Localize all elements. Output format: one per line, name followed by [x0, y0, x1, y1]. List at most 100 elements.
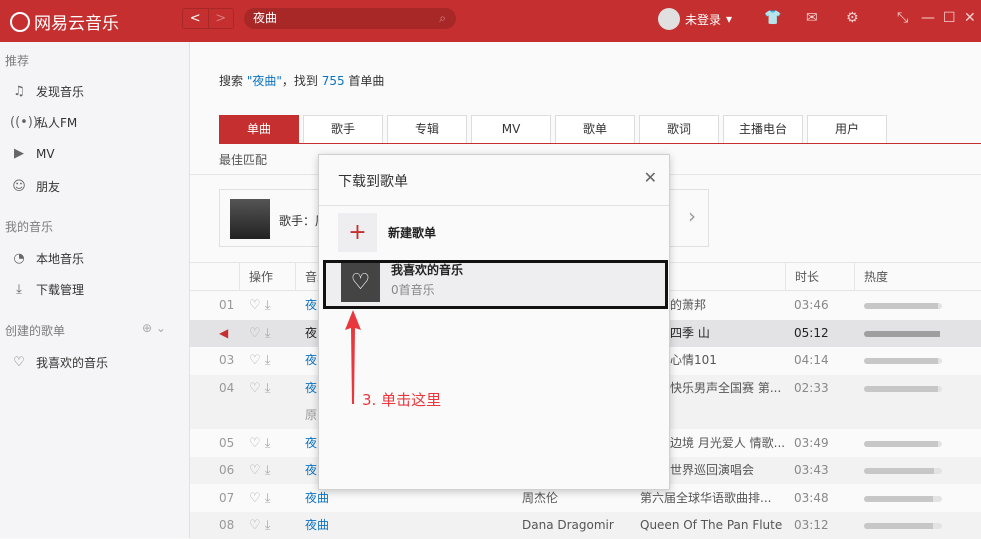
sidebar-item[interactable]: ☺ 朋友 [10, 178, 60, 195]
heat-bar [864, 440, 942, 447]
like-heart-icon[interactable]: ♡ [249, 298, 261, 313]
friends-icon: ☺ [12, 179, 26, 194]
row-number: 08 [219, 518, 235, 532]
avatar [658, 8, 680, 30]
song-duration: 03:12 [794, 518, 829, 532]
sidebar-item[interactable]: ⤓ 下载管理 [10, 281, 84, 298]
song-album[interactable]: Queen Of The Pan Flute [640, 512, 785, 539]
heat-bar [864, 303, 942, 309]
sidebar-item[interactable]: ♫ 发现音乐 [10, 83, 84, 100]
row-number: 01 [219, 298, 235, 312]
download-icon[interactable]: ⤓ [265, 353, 271, 368]
mail-icon[interactable]: ✉ [806, 10, 818, 26]
best-match-label: 最佳匹配 [219, 153, 268, 167]
search-icon[interactable]: ⌕ [439, 8, 446, 29]
like-heart-icon[interactable]: ♡ [249, 326, 261, 341]
song-duration: 04:14 [794, 353, 829, 367]
new-playlist-label: 新建歌单 [388, 226, 437, 240]
sidebar-item[interactable]: ♡ 我喜欢的音乐 [10, 354, 108, 371]
playlist-item-favorites[interactable]: ♡ 我喜欢的音乐 0首音乐 [323, 260, 668, 309]
header-ops: 操作 [239, 263, 273, 291]
heat-bar [864, 523, 942, 529]
search-input[interactable]: 夜曲 ⌕ [244, 8, 456, 29]
download-icon[interactable]: ⤓ [265, 463, 271, 478]
download-icon[interactable]: ⤓ [265, 326, 271, 341]
plus-icon: + [338, 213, 377, 252]
heat-bar [864, 468, 942, 474]
gear-icon[interactable]: ⚙ [846, 10, 859, 26]
disc-icon: ◔ [13, 251, 25, 266]
song-duration: 03:43 [794, 463, 829, 477]
like-heart-icon[interactable]: ♡ [249, 463, 261, 478]
row-number: 05 [219, 435, 235, 450]
download-icon: ⤓ [16, 282, 22, 297]
search-summary: 搜索 "夜曲"，找到 755 首单曲 [219, 74, 385, 88]
logo-icon [10, 11, 30, 32]
row-number: 06 [219, 463, 235, 477]
like-heart-icon[interactable]: ♡ [249, 436, 261, 451]
sidebar-item-label: 私人FM [36, 116, 78, 130]
maximize-icon[interactable]: ☐ [943, 10, 956, 26]
app-title: 网易云音乐 [34, 14, 119, 34]
tab[interactable]: MV [471, 115, 551, 143]
sidebar-section-label: 创建的歌单 [5, 324, 66, 338]
tab[interactable]: 歌词 [639, 115, 719, 143]
download-icon[interactable]: ⤓ [265, 436, 271, 451]
like-heart-icon[interactable]: ♡ [249, 381, 261, 396]
minimize-icon[interactable]: — [921, 10, 935, 26]
add-playlist-icon[interactable]: ⊕ ⌄ [142, 321, 166, 335]
download-icon[interactable]: ⤓ [265, 381, 271, 396]
tab[interactable]: 用户 [807, 115, 887, 143]
title-bar: 网易云音乐 < > 夜曲 ⌕ 未登录 ▾ 👕 ✉ ⚙ ⤡ — ☐ ✕ [0, 0, 981, 42]
sidebar-item-label: 发现音乐 [36, 85, 85, 99]
song-duration: 02:33 [794, 380, 829, 395]
song-singer[interactable]: Dana Dragomir [522, 512, 614, 539]
download-icon[interactable]: ⤓ [265, 518, 271, 533]
sidebar: 推荐 ♫ 发现音乐 ((•)) 私人FM ▶ MV ☺ 朋友 我的音乐 ◔ 本地音乐 ⤓ 下载管理 创建的歌… [0, 42, 190, 538]
download-icon[interactable]: ⤓ [265, 491, 271, 506]
sidebar-item[interactable]: ▶ MV [10, 146, 55, 161]
download-icon[interactable]: ⤓ [265, 298, 271, 313]
chevron-right-icon: › [688, 204, 696, 228]
video-icon: ▶ [14, 146, 24, 161]
heat-bar [864, 358, 942, 364]
sidebar-item-label: 下载管理 [36, 283, 85, 297]
dialog-title: 下载到歌单 [338, 174, 408, 190]
sidebar-item-label: 朋友 [36, 180, 61, 194]
table-row[interactable]: 08 ♡ ⤓ 夜曲 Dana Dragomir Queen Of The Pan… [190, 512, 981, 539]
tab[interactable]: 主播电台 [723, 115, 803, 143]
like-heart-icon[interactable]: ♡ [249, 518, 261, 533]
song-duration: 03:46 [794, 298, 829, 312]
music-note-icon: ♫ [13, 84, 25, 99]
song-duration: 05:12 [794, 325, 829, 340]
user-menu[interactable]: 未登录 ▾ [658, 8, 732, 30]
sidebar-item-label: 我喜欢的音乐 [36, 356, 109, 370]
new-playlist-item[interactable]: + 新建歌单 [319, 208, 669, 256]
like-heart-icon[interactable]: ♡ [249, 491, 261, 506]
tab[interactable]: 专辑 [387, 115, 467, 143]
song-title[interactable]: 夜曲 [305, 512, 329, 539]
close-icon[interactable]: ✕ [644, 168, 657, 187]
back-button[interactable]: < [183, 9, 208, 28]
app-logo[interactable]: 网易云音乐 [10, 9, 119, 34]
song-alias: 原 [305, 407, 318, 422]
divider [319, 205, 669, 206]
forward-button[interactable]: > [207, 9, 234, 28]
tab[interactable]: 歌手 [303, 115, 383, 143]
header-heat[interactable]: 热度 [854, 263, 888, 291]
sidebar-item[interactable]: ((•)) 私人FM [10, 114, 77, 131]
playlist-name: 我喜欢的音乐 [391, 263, 464, 277]
sidebar-item[interactable]: ◔ 本地音乐 [10, 250, 84, 267]
playing-speaker-icon: ◀ [219, 325, 229, 340]
row-number: 04 [219, 380, 235, 395]
close-icon[interactable]: ✕ [964, 10, 976, 26]
mini-mode-icon[interactable]: ⤡ [897, 10, 908, 26]
tab[interactable]: 单曲 [219, 115, 299, 143]
skin-icon[interactable]: 👕 [764, 10, 781, 26]
like-heart-icon[interactable]: ♡ [249, 353, 261, 368]
row-number: 03 [219, 353, 235, 367]
tab[interactable]: 歌单 [555, 115, 635, 143]
heat-bar [864, 330, 942, 337]
header-duration[interactable]: 时长 [785, 263, 819, 291]
search-value: 夜曲 [253, 11, 278, 25]
